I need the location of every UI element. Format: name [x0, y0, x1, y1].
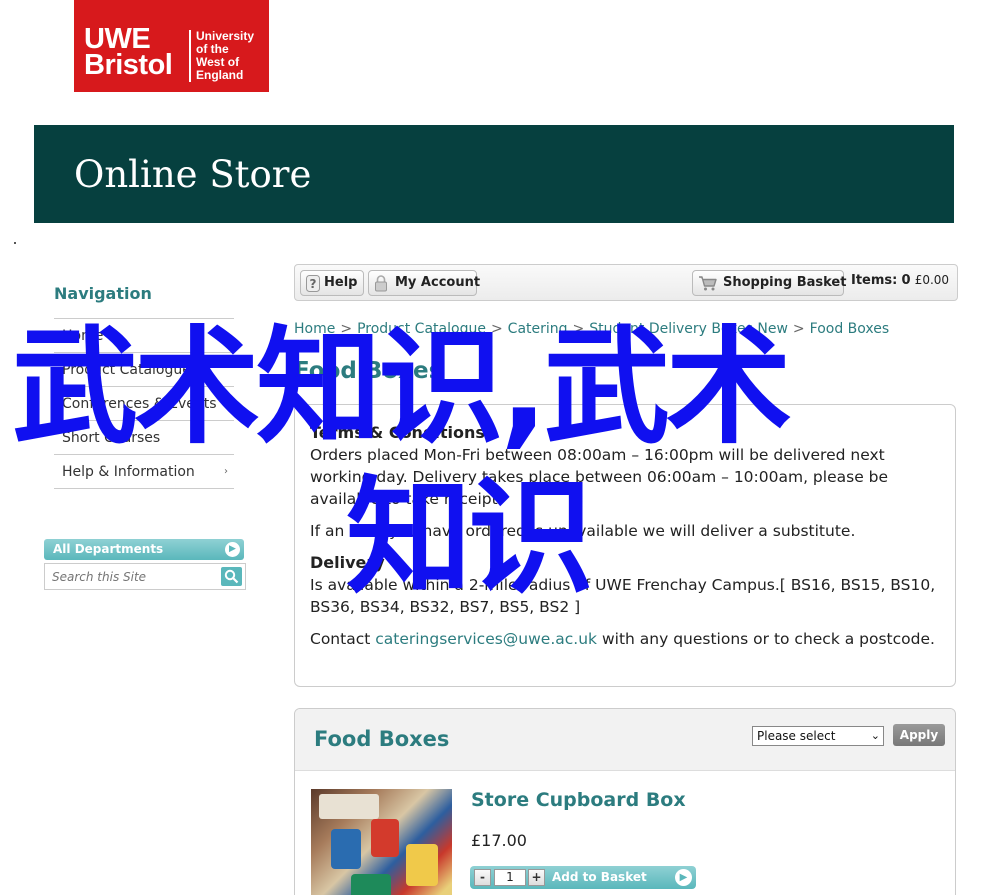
quantity-increase-button[interactable]: + — [528, 869, 545, 886]
items-label: Items: — [851, 273, 898, 288]
arrow-right-icon: ▶ — [225, 542, 240, 557]
site-search — [44, 563, 246, 590]
navigation-title: Navigation — [54, 284, 152, 303]
contact-email-link[interactable]: cateringservices@uwe.ac.uk — [375, 630, 597, 648]
all-departments-label: All Departments — [53, 542, 164, 556]
add-to-basket-button[interactable]: Add to Basket — [552, 870, 647, 884]
watermark-line-1: 武术知识,武术 — [12, 314, 792, 461]
logo-university-text: University of the West of England — [196, 29, 255, 82]
basket-summary: Items: 0 £0.00 — [851, 273, 949, 288]
quantity-decrease-button[interactable]: - — [474, 869, 491, 886]
lock-icon — [375, 275, 387, 292]
store-banner: Online Store — [34, 125, 954, 223]
shopping-basket-button[interactable]: Shopping Basket — [692, 270, 846, 296]
chevron-down-icon: ⌄ — [870, 729, 880, 742]
panel-header: Food Boxes Please select ⌄ Apply — [295, 709, 955, 771]
product-name-link[interactable]: Store Cupboard Box — [471, 789, 686, 811]
banner-title: Online Store — [74, 153, 312, 196]
contact-text: Contact cateringservices@uwe.ac.uk with … — [310, 630, 935, 648]
help-button[interactable]: ? Help — [300, 270, 364, 296]
food-boxes-panel: Food Boxes Please select ⌄ Apply Store C… — [294, 708, 956, 895]
basket-total: £0.00 — [914, 273, 950, 287]
uwe-logo[interactable]: UWE Bristol University of the West of En… — [74, 0, 269, 92]
add-to-basket-bar: - 1 + Add to Basket ▶ — [470, 866, 696, 889]
store-toolbar: ? Help My Account Shopping Basket Items:… — [294, 264, 958, 301]
arrow-right-icon: ▶ — [675, 869, 692, 886]
quantity-input[interactable]: 1 — [494, 869, 526, 886]
product-image[interactable] — [311, 789, 452, 895]
watermark-line-2: 知识 — [346, 464, 594, 611]
search-icon — [224, 569, 239, 584]
stray-dot — [14, 242, 16, 244]
my-account-button[interactable]: My Account — [368, 270, 480, 296]
logo-divider — [189, 30, 191, 82]
apply-button[interactable]: Apply — [893, 724, 945, 746]
help-icon: ? — [306, 275, 320, 292]
breadcrumb-food-boxes[interactable]: Food Boxes — [810, 321, 890, 337]
items-count: 0 — [901, 273, 911, 288]
search-button[interactable] — [221, 567, 242, 586]
all-departments-dropdown[interactable]: All Departments ▶ — [44, 539, 244, 560]
search-input[interactable] — [47, 566, 219, 587]
sort-select[interactable]: Please select ⌄ — [752, 726, 884, 746]
svg-text:?: ? — [310, 277, 317, 291]
shopping-cart-icon — [699, 276, 717, 291]
logo-wordmark: UWE Bristol — [84, 23, 173, 81]
product-price: £17.00 — [471, 831, 527, 850]
panel-title: Food Boxes — [314, 727, 450, 751]
